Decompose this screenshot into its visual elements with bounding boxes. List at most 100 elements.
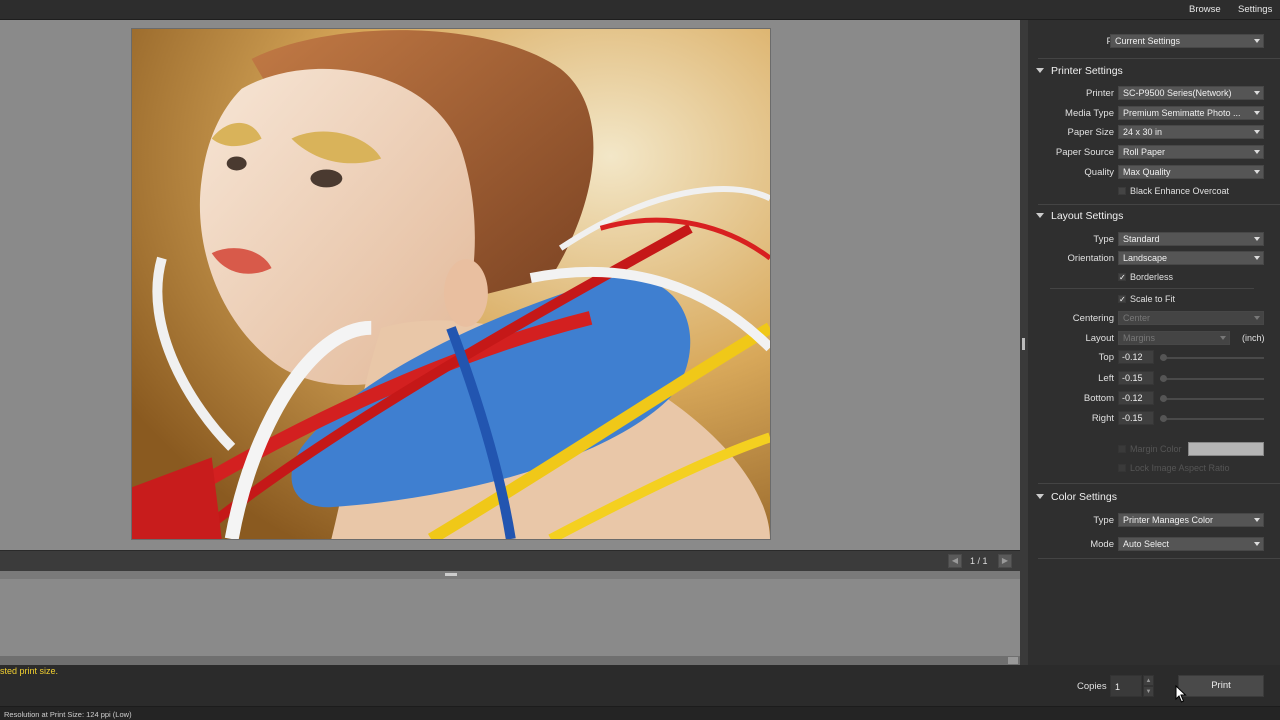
- margin-color-checkbox[interactable]: [1118, 445, 1126, 453]
- chevron-down-icon: [1254, 111, 1260, 115]
- left-margin-input[interactable]: -0.15: [1118, 371, 1154, 385]
- portrait-photo: [132, 29, 770, 539]
- right-margin-slider[interactable]: [1160, 415, 1264, 422]
- divider: [1038, 204, 1280, 205]
- orientation-value: Landscape: [1123, 253, 1168, 263]
- black-enhance-label: Black Enhance Overcoat: [1130, 186, 1230, 196]
- borderless-checkbox[interactable]: ✓: [1118, 273, 1126, 282]
- print-button[interactable]: Print: [1178, 675, 1264, 697]
- lock-aspect-label: Lock Image Aspect Ratio: [1130, 463, 1230, 473]
- browse-link[interactable]: Browse: [1189, 4, 1221, 15]
- scale-to-fit-checkbox[interactable]: ✓: [1118, 295, 1126, 304]
- collapse-triangle-icon: [1036, 494, 1044, 499]
- mode-value: Auto Select: [1123, 539, 1170, 549]
- quality-select[interactable]: Max Quality: [1118, 165, 1264, 179]
- chevron-down-icon: [1254, 39, 1260, 43]
- divider: [1050, 288, 1254, 289]
- top-menu-bar: Browse Settings: [0, 0, 1280, 20]
- media-type-select[interactable]: Premium Semimatte Photo ...: [1118, 106, 1264, 120]
- right-margin-input[interactable]: -0.15: [1118, 411, 1154, 425]
- top-margin-slider[interactable]: [1160, 354, 1264, 361]
- orientation-select[interactable]: Landscape: [1118, 251, 1264, 265]
- print-size-warning: sted print size.: [0, 666, 59, 676]
- layout-label: Layout: [1085, 333, 1114, 344]
- mode-select[interactable]: Auto Select: [1118, 537, 1264, 551]
- chevron-down-icon: [1220, 336, 1226, 340]
- printer-select[interactable]: SC-P9500 Series(Network): [1118, 86, 1264, 100]
- paper-source-label: Paper Source: [1055, 147, 1114, 158]
- copies-input[interactable]: 1: [1110, 675, 1142, 697]
- chevron-down-icon: [1254, 150, 1260, 154]
- margin-color-swatch[interactable]: [1188, 442, 1264, 456]
- quality-label: Quality: [1084, 167, 1114, 178]
- divider: [1038, 58, 1280, 59]
- margin-color-label: Margin Color: [1130, 444, 1182, 454]
- copies-increment-icon[interactable]: ▲: [1143, 675, 1154, 686]
- resolution-status: Resolution at Print Size: 124 ppi (Low): [4, 710, 132, 719]
- slider-knob[interactable]: [1160, 415, 1167, 422]
- mouse-cursor-icon: [1175, 685, 1187, 703]
- prev-page-button[interactable]: ◀: [948, 554, 962, 568]
- horizontal-scrollbar[interactable]: [0, 656, 1020, 665]
- color-settings-title: Color Settings: [1051, 491, 1117, 503]
- layout-settings-title: Layout Settings: [1051, 210, 1124, 222]
- scale-to-fit-label: Scale to Fit: [1130, 294, 1176, 304]
- paper-size-value: 24 x 30 in: [1123, 127, 1163, 137]
- next-page-button[interactable]: ▶: [998, 554, 1012, 568]
- lock-aspect-checkbox[interactable]: [1118, 464, 1126, 472]
- printer-value: SC-P9500 Series(Network): [1123, 88, 1232, 98]
- print-preview-area: [0, 20, 1020, 550]
- centering-label: Centering: [1072, 313, 1114, 324]
- color-type-label: Type: [1093, 515, 1114, 526]
- status-bar: Resolution at Print Size: 124 ppi (Low): [0, 706, 1280, 720]
- collapse-triangle-icon: [1036, 68, 1044, 73]
- quality-value: Max Quality: [1123, 167, 1171, 177]
- color-type-value: Printer Manages Color: [1123, 515, 1214, 525]
- paper-size-select[interactable]: 24 x 30 in: [1118, 125, 1264, 139]
- scrollbar-thumb[interactable]: [1008, 657, 1018, 664]
- chevron-down-icon: [1254, 130, 1260, 134]
- page-indicator: 1 / 1: [970, 556, 988, 566]
- preview-splitter[interactable]: [0, 571, 1020, 579]
- borderless-label: Borderless: [1130, 272, 1174, 282]
- color-settings-header[interactable]: Color Settings: [1036, 491, 1117, 503]
- bottom-margin-label: Bottom: [1083, 393, 1114, 404]
- collapse-triangle-icon: [1036, 213, 1044, 218]
- settings-link[interactable]: Settings: [1238, 4, 1272, 15]
- copies-decrement-icon[interactable]: ▼: [1143, 686, 1154, 697]
- unit-label: (inch): [1242, 333, 1265, 343]
- chevron-down-icon: [1254, 256, 1260, 260]
- slider-knob[interactable]: [1160, 354, 1167, 361]
- media-type-value: Premium Semimatte Photo ...: [1123, 108, 1241, 118]
- print-dialog: Browse Settings ◀ 1 / 1 ▶ Current Settin…: [0, 0, 1280, 720]
- centering-select[interactable]: Center: [1118, 311, 1264, 325]
- media-type-label: Media Type: [1065, 108, 1114, 119]
- splitter-grip-icon[interactable]: [445, 573, 457, 576]
- bottom-margin-slider[interactable]: [1160, 395, 1264, 402]
- color-type-select[interactable]: Printer Manages Color: [1118, 513, 1264, 527]
- top-margin-input[interactable]: -0.12: [1118, 350, 1154, 364]
- layout-select[interactable]: Margins: [1118, 331, 1230, 345]
- printer-settings-title: Printer Settings: [1051, 65, 1123, 77]
- layout-type-value: Standard: [1123, 234, 1160, 244]
- printer-settings-header[interactable]: Printer Settings: [1036, 65, 1123, 77]
- top-margin-label: Top: [1098, 352, 1114, 363]
- black-enhance-checkbox[interactable]: [1118, 187, 1126, 195]
- orientation-label: Orientation: [1067, 253, 1114, 264]
- left-margin-slider[interactable]: [1160, 375, 1264, 382]
- preset-select[interactable]: Current Settings: [1110, 34, 1264, 48]
- mode-label: Mode: [1090, 539, 1114, 550]
- layout-value: Margins: [1123, 333, 1156, 343]
- printer-label: Printer: [1086, 88, 1114, 99]
- bottom-margin-input[interactable]: -0.12: [1118, 391, 1154, 405]
- chevron-down-icon: [1254, 237, 1260, 241]
- paper-source-select[interactable]: Roll Paper: [1118, 145, 1264, 159]
- divider: [1038, 483, 1280, 484]
- chevron-down-icon: [1254, 170, 1260, 174]
- right-margin-label: Right: [1091, 413, 1114, 424]
- layout-settings-header[interactable]: Layout Settings: [1036, 210, 1123, 222]
- slider-knob[interactable]: [1160, 395, 1167, 402]
- layout-type-select[interactable]: Standard: [1118, 232, 1264, 246]
- paper-source-value: Roll Paper: [1123, 147, 1166, 157]
- slider-knob[interactable]: [1160, 375, 1167, 382]
